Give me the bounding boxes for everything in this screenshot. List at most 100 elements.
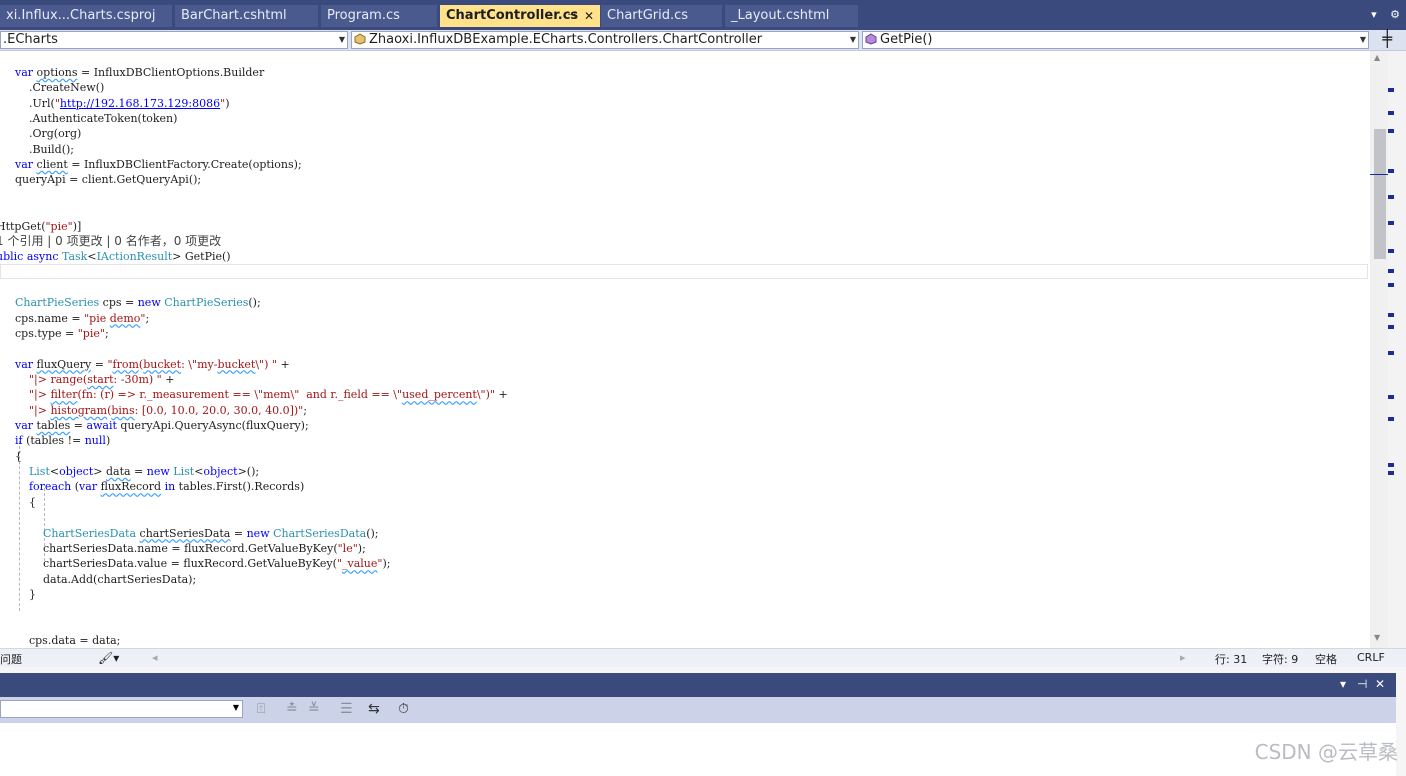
output-source-dropdown[interactable]: ▼ bbox=[0, 700, 243, 718]
code-token: cps = bbox=[99, 296, 138, 310]
code-token: var bbox=[15, 66, 34, 79]
code-line[interactable]: cps.data = data; bbox=[1, 633, 120, 648]
code-line[interactable]: cps.type = "pie"; bbox=[1, 326, 109, 341]
code-line[interactable]: 1 个引用 | 0 项更改 | 0 名作者，0 项更改 bbox=[0, 234, 221, 249]
vertical-scrollbar[interactable]: ▲ ▼ bbox=[1370, 51, 1388, 648]
scroll-right-icon[interactable]: ▸ bbox=[1180, 651, 1186, 664]
pin-icon[interactable]: ⊣ bbox=[567, 5, 576, 27]
code-line[interactable]: ublic async Task<IActionResult> GetPie() bbox=[0, 249, 231, 264]
code-line[interactable]: "|> range(start: -30m) " + bbox=[1, 372, 174, 387]
line-number[interactable]: 行: 31 bbox=[1215, 651, 1247, 667]
code-line[interactable]: HttpGet("pie")] bbox=[0, 219, 81, 234]
code-token: > bbox=[93, 465, 106, 479]
code-line[interactable]: queryApi = client.GetQueryApi(); bbox=[1, 172, 201, 187]
code-line[interactable]: ChartSeriesData chartSeriesData = new Ch… bbox=[1, 526, 379, 541]
chevron-down-icon: ▼ bbox=[338, 35, 345, 44]
clear-all-icon[interactable]: ☰ bbox=[340, 701, 353, 717]
previous-message-icon[interactable]: ≛ bbox=[286, 701, 298, 717]
code-line[interactable]: data.Add(chartSeriesData); bbox=[1, 572, 196, 587]
chevron-down-icon: ▼ bbox=[1359, 35, 1366, 44]
close-icon[interactable]: ✕ bbox=[584, 5, 594, 27]
panel-dropdown-icon[interactable]: ▾ bbox=[1340, 677, 1346, 691]
code-token: .AuthenticateToken(token) bbox=[1, 112, 178, 126]
project-dropdown[interactable]: .ECharts ▼ bbox=[0, 31, 348, 49]
code-line[interactable]: { bbox=[1, 449, 22, 464]
tab-chartcontroller-cs[interactable]: ChartController.cs ⊣ ✕ bbox=[440, 5, 600, 27]
clock-icon[interactable]: ⏱ bbox=[398, 701, 409, 717]
code-line[interactable]: .CreateNew() bbox=[1, 80, 104, 95]
scroll-down-icon[interactable]: ▼ bbox=[1374, 633, 1380, 642]
document-tab-bar: xi.Influx...Charts.csproj BarChart.cshtm… bbox=[0, 0, 1406, 30]
pin-icon[interactable]: ⊣ bbox=[1357, 677, 1367, 691]
code-editor[interactable]: var options = InfluxDBClientOptions.Buil… bbox=[0, 51, 1370, 648]
code-token: HttpGet( bbox=[0, 219, 46, 233]
line-endings[interactable]: CRLF bbox=[1357, 651, 1385, 664]
code-token: : -30m) " bbox=[113, 373, 162, 386]
scroll-left-icon[interactable]: ◂ bbox=[152, 651, 158, 664]
code-line[interactable]: "|> histogram(bins: [0.0, 10.0, 20.0, 30… bbox=[1, 403, 307, 418]
scrollbar-thumb[interactable] bbox=[1374, 129, 1386, 259]
code-line[interactable]: .AuthenticateToken(token) bbox=[1, 111, 177, 126]
scroll-map[interactable] bbox=[1388, 51, 1406, 648]
code-token: object bbox=[203, 465, 238, 479]
code-token: = bbox=[130, 465, 147, 479]
code-line[interactable]: chartSeriesData.name = fluxRecord.GetVal… bbox=[1, 541, 366, 556]
problems-indicator[interactable]: 问题 bbox=[0, 651, 22, 667]
tab-label: xi.Influx...Charts.csproj bbox=[6, 8, 156, 23]
code-line[interactable]: var fluxQuery = "from(bucket: \"my-bucke… bbox=[1, 357, 290, 372]
code-token: "pie" bbox=[77, 326, 105, 340]
code-line[interactable]: if (tables != null) bbox=[1, 433, 110, 448]
tab-program-cs[interactable]: Program.cs bbox=[321, 5, 437, 27]
code-token: "le" bbox=[337, 541, 358, 555]
char-number[interactable]: 字符: 9 bbox=[1262, 651, 1298, 667]
code-line[interactable]: ChartPieSeries cps = new ChartPieSeries(… bbox=[1, 295, 261, 310]
code-token: ; bbox=[145, 311, 150, 325]
code-line[interactable]: .Org(org) bbox=[1, 126, 81, 141]
class-dropdown[interactable]: Zhaoxi.InfluxDBExample.ECharts.Controlle… bbox=[351, 31, 859, 49]
tab-barchart-cshtml[interactable]: BarChart.cshtml bbox=[175, 5, 318, 27]
find-message-icon[interactable]: ⍐ bbox=[257, 701, 265, 717]
code-line[interactable]: .Build(); bbox=[1, 142, 74, 157]
map-marker bbox=[1388, 463, 1394, 467]
code-token: fluxRecord bbox=[100, 480, 162, 494]
code-token: start bbox=[87, 373, 114, 386]
code-line[interactable]: var client = InfluxDBClientFactory.Creat… bbox=[1, 157, 302, 172]
tab-chartgrid-cs[interactable]: ChartGrid.cs bbox=[601, 5, 722, 27]
code-token: cps.data = data; bbox=[1, 633, 121, 647]
code-line[interactable]: "|> filter(fn: (r) => r._measurement == … bbox=[1, 387, 508, 402]
map-marker bbox=[1388, 269, 1394, 273]
current-line-highlight bbox=[0, 264, 1368, 279]
gear-icon[interactable]: ⚙ bbox=[1390, 8, 1400, 21]
code-token: var bbox=[79, 480, 98, 494]
map-marker bbox=[1388, 169, 1394, 173]
word-wrap-icon[interactable]: ⇆ bbox=[368, 701, 380, 717]
close-icon[interactable]: ✕ bbox=[1375, 677, 1385, 691]
code-line[interactable]: List<object> data = new List<object>(); bbox=[1, 464, 259, 479]
code-line[interactable]: var options = InfluxDBClientOptions.Buil… bbox=[1, 65, 264, 80]
code-line[interactable]: cps.name = "pie demo"; bbox=[1, 311, 149, 326]
tab-csproj[interactable]: xi.Influx...Charts.csproj bbox=[0, 5, 172, 27]
next-message-icon[interactable]: ≚ bbox=[308, 701, 320, 717]
member-dropdown[interactable]: GetPie() ▼ bbox=[862, 31, 1369, 49]
tab-layout-cshtml[interactable]: _Layout.cshtml bbox=[725, 5, 858, 27]
code-line[interactable]: chartSeriesData.value = fluxRecord.GetVa… bbox=[1, 556, 390, 571]
code-token: in bbox=[164, 480, 176, 494]
code-line[interactable]: foreach (var fluxRecord in tables.First(… bbox=[1, 479, 304, 494]
code-token: List bbox=[173, 465, 195, 479]
code-token: List bbox=[28, 465, 50, 479]
code-line[interactable]: var tables = await queryApi.QueryAsync(f… bbox=[1, 418, 309, 433]
tab-overflow-icon[interactable]: ▾ bbox=[1371, 8, 1377, 21]
scroll-up-icon[interactable]: ▲ bbox=[1374, 53, 1380, 62]
brush-icon[interactable]: 🖌▾ bbox=[98, 651, 119, 665]
split-window-icon[interactable]: ╪ bbox=[1382, 31, 1392, 47]
code-token: "pie" bbox=[45, 219, 73, 233]
code-line[interactable]: .Url("http://192.168.173.129:8086") bbox=[1, 96, 230, 111]
code-line[interactable]: { bbox=[1, 495, 36, 510]
tab-bar-tools: ▾ ⚙ bbox=[1361, 8, 1400, 21]
code-token: < bbox=[49, 465, 60, 479]
code-line[interactable]: } bbox=[1, 587, 36, 602]
indent-mode[interactable]: 空格 bbox=[1315, 651, 1337, 667]
